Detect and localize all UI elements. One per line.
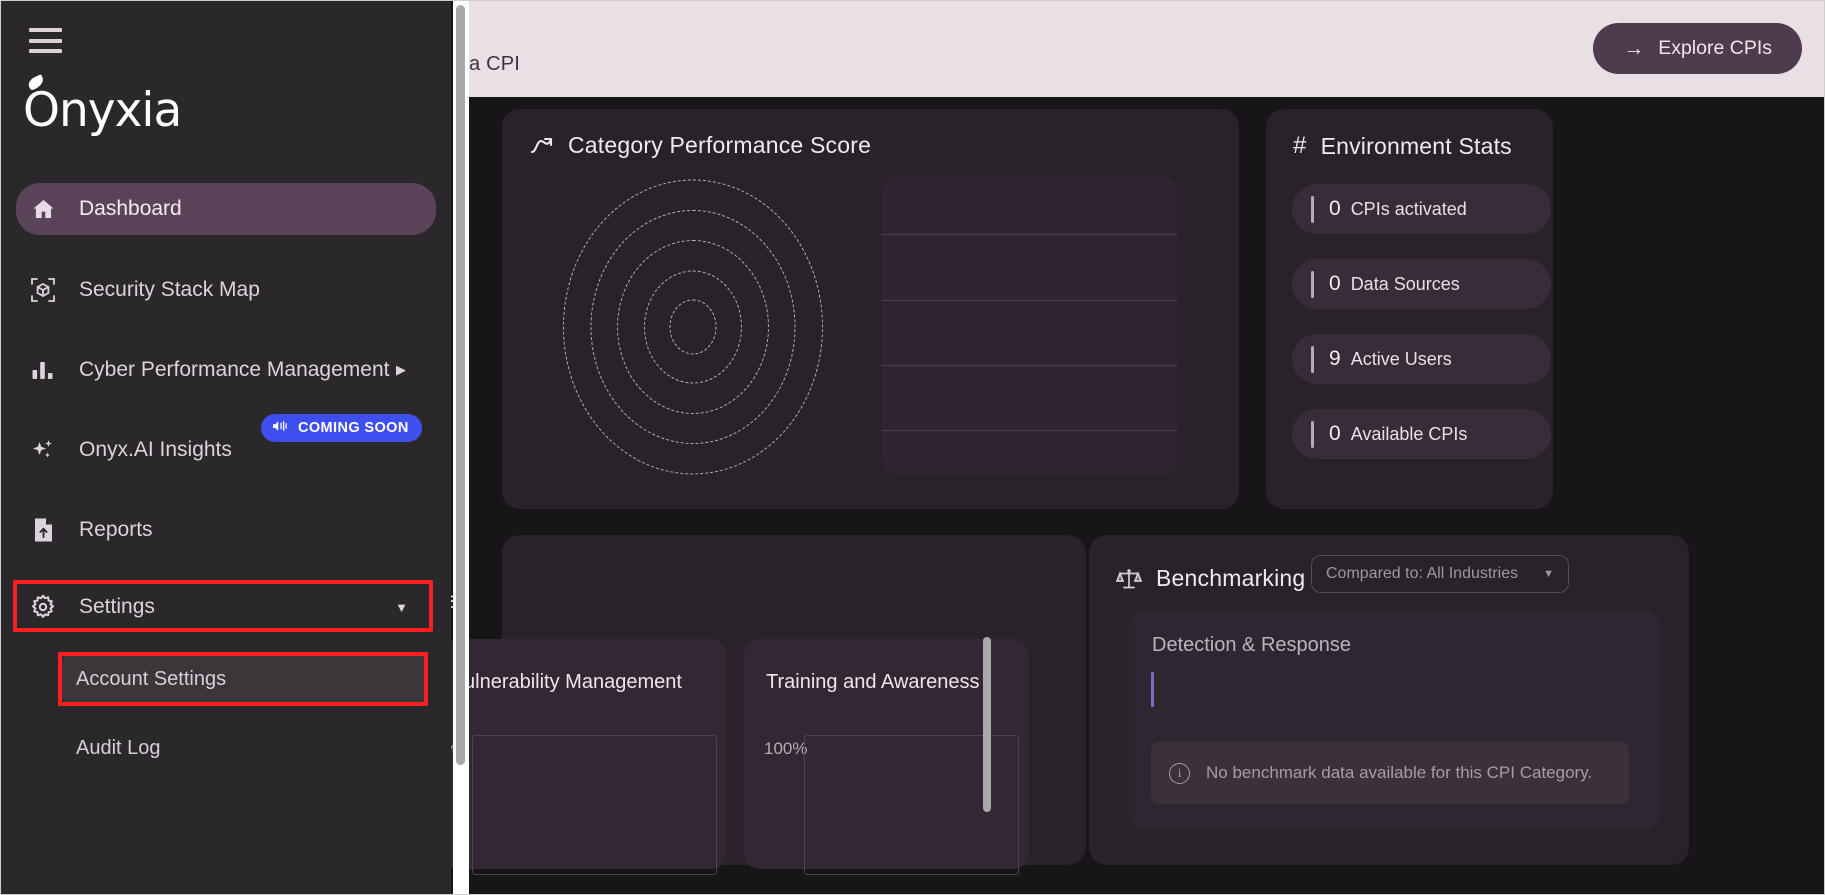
chevron-down-icon[interactable]: ▼	[395, 600, 408, 615]
stat-value: 0	[1329, 272, 1341, 295]
stat-row[interactable]: 0 CPIs activated	[1292, 184, 1551, 234]
stat-label: Available CPIs	[1350, 423, 1468, 444]
benchmark-accent-tick	[1151, 672, 1154, 707]
sidebar-item-label: Settings	[79, 595, 155, 618]
sidebar-item-label: Reports	[79, 518, 153, 541]
trend-card-percent: 100%	[764, 739, 808, 758]
category-performance-title-row: Category Performance Score	[530, 132, 871, 159]
sidebar-subitem-audit-log[interactable]: Audit Log	[61, 724, 428, 772]
benchmark-compare-value: Compared to: All Industries	[1326, 565, 1519, 582]
stat-accent-bar	[1311, 345, 1314, 373]
stat-row[interactable]: 0 Available CPIs	[1292, 409, 1551, 459]
grid-line	[882, 300, 1177, 301]
trends-card: nds ulnerability Management 0% Training …	[422, 535, 1086, 875]
category-performance-card: Category Performance Score	[502, 109, 1239, 509]
grid-line	[882, 234, 1177, 235]
sidebar-item-settings[interactable]: Settings ▼	[16, 583, 436, 631]
sparkles-icon	[28, 437, 58, 463]
page-scrollbar-thumb[interactable]	[456, 5, 465, 765]
sidebar: Onyxia Dashboard Security Stack Map Cybe…	[1, 1, 451, 894]
environment-stats-card: # Environment Stats 0 CPIs activated 0 D…	[1266, 109, 1553, 509]
performance-grid-panel	[882, 175, 1177, 475]
chevron-down-icon: ▼	[1543, 568, 1554, 580]
radar-ring-1	[669, 299, 716, 355]
grid-line	[882, 430, 1177, 431]
sidebar-item-onyx-ai-insights[interactable]: Onyx.AI Insights	[16, 426, 436, 474]
stat-accent-bar	[1311, 270, 1314, 298]
sidebar-item-label: Cyber Performance Management	[79, 358, 390, 381]
explore-cpis-button[interactable]: → Explore CPIs	[1593, 23, 1802, 74]
chevron-right-icon[interactable]: ▶	[396, 362, 406, 378]
stat-label: Data Sources	[1350, 273, 1460, 294]
stat-accent-bar	[1311, 420, 1314, 448]
benchmarking-card: Benchmarking Compared to: All Industries…	[1089, 535, 1689, 865]
inner-scrollbar-thumb[interactable]	[983, 637, 991, 812]
sidebar-subitem-label: Audit Log	[76, 736, 161, 759]
stat-row[interactable]: 9 Active Users	[1292, 334, 1551, 384]
stat-row[interactable]: 0 Data Sources	[1292, 259, 1551, 309]
arrow-right-icon: →	[1623, 37, 1645, 60]
logo-text: nyxia	[59, 83, 182, 138]
stat-value: 0	[1329, 422, 1341, 445]
scales-icon	[1116, 567, 1142, 591]
category-performance-title: Category Performance Score	[568, 132, 872, 158]
sidebar-subitem-account-settings[interactable]: Account Settings	[61, 655, 428, 703]
benchmarking-title: Benchmarking	[1156, 565, 1306, 591]
benchmarking-title-row: Benchmarking	[1116, 565, 1305, 592]
dashboard-canvas: Category Performance Score # Environment…	[422, 97, 1824, 894]
benchmark-content-panel: Detection & Response i No benchmark data…	[1129, 610, 1659, 830]
topbar-truncated-text: a CPI	[469, 53, 521, 75]
sidebar-item-reports[interactable]: Reports	[16, 506, 436, 554]
environment-stats-title: Environment Stats	[1320, 132, 1512, 159]
report-file-icon	[28, 517, 58, 543]
gear-icon	[28, 594, 58, 620]
stat-label: Active Users	[1350, 348, 1452, 369]
trend-card-title: Training and Awareness	[766, 671, 980, 693]
sidebar-item-label: Onyx.AI Insights	[79, 438, 232, 461]
cube-scan-icon	[28, 277, 58, 303]
bar-chart-icon	[28, 359, 58, 381]
stat-label: CPIs activated	[1350, 198, 1467, 219]
benchmark-category-label: Detection & Response	[1152, 634, 1352, 656]
sidebar-item-dashboard[interactable]: Dashboard	[16, 183, 436, 235]
hash-icon: #	[1293, 132, 1307, 159]
radar-chart	[560, 177, 825, 477]
sidebar-item-label: Dashboard	[79, 197, 182, 220]
stat-value: 9	[1329, 347, 1341, 370]
benchmark-compare-select[interactable]: Compared to: All Industries ▼	[1311, 555, 1569, 593]
logo-flame-mark: O	[23, 83, 60, 138]
info-icon: i	[1169, 762, 1190, 784]
explore-cpis-label: Explore CPIs	[1658, 37, 1772, 59]
stat-value: 0	[1329, 197, 1341, 220]
trend-card-title: ulnerability Management	[464, 671, 682, 693]
hamburger-icon[interactable]	[29, 28, 62, 53]
trend-plot-area	[472, 735, 717, 875]
trend-line-icon	[530, 136, 554, 156]
top-bar: a CPI → Explore CPIs	[469, 1, 1824, 97]
stat-accent-bar	[1311, 195, 1314, 223]
sidebar-subitem-label: Account Settings	[76, 667, 227, 690]
sidebar-item-security-stack-map[interactable]: Security Stack Map	[16, 266, 436, 314]
benchmark-empty-message: No benchmark data available for this CPI…	[1206, 762, 1593, 782]
sidebar-item-cyber-performance-management[interactable]: Cyber Performance Management ▶	[16, 346, 436, 394]
sidebar-item-label: Security Stack Map	[79, 278, 260, 301]
screenshot-root: a CPI → Explore CPIs Category Performanc…	[0, 0, 1825, 895]
trend-mini-card[interactable]: ulnerability Management 0%	[434, 639, 727, 875]
onyxia-logo: Onyxia	[23, 83, 182, 138]
environment-stats-title-row: # Environment Stats	[1293, 132, 1512, 160]
benchmark-empty-state: i No benchmark data available for this C…	[1151, 742, 1629, 804]
home-icon	[28, 197, 58, 221]
grid-line	[882, 365, 1177, 366]
